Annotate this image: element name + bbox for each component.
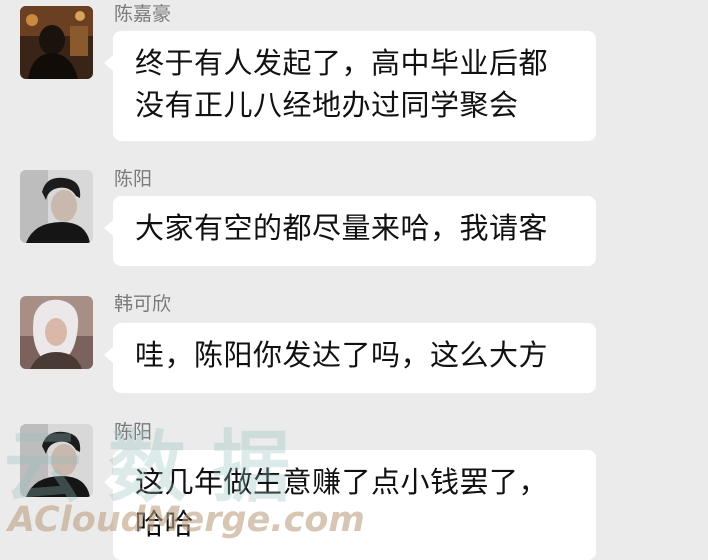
avatar[interactable] [20, 170, 93, 243]
avatar-photo-icon [20, 170, 93, 243]
message-text-line: 哇，陈阳你发达了吗，这么大方 [135, 338, 549, 372]
avatar[interactable] [20, 296, 93, 369]
avatar-photo-icon [20, 424, 93, 497]
message-bubble[interactable]: 大家有空的都尽量来哈，我请客 [104, 196, 596, 266]
sender-name: 韩可欣 [114, 293, 172, 315]
message-text-line: 大家有空的都尽量来哈，我请客 [135, 211, 549, 245]
message-text-line: 没有正儿八经地办过同学聚会 [135, 88, 519, 122]
sender-name: 陈阳 [114, 421, 153, 443]
avatar-photo-icon [20, 6, 93, 79]
message-text-line: 哈哈 [135, 507, 195, 541]
avatar[interactable] [20, 424, 93, 497]
avatar-photo-icon [20, 296, 93, 369]
message-text-line: 这几年做生意赚了点小钱罢了， [135, 465, 549, 499]
message-bubble[interactable]: 哇，陈阳你发达了吗，这么大方 [104, 323, 596, 393]
message-text-line: 终于有人发起了，高中毕业后都 [135, 46, 549, 80]
sender-name: 陈阳 [114, 168, 153, 190]
sender-name: 陈嘉豪 [114, 3, 172, 25]
avatar[interactable] [20, 6, 93, 79]
message-bubble[interactable]: 这几年做生意赚了点小钱罢了， 哈哈 [104, 450, 596, 560]
message-bubble[interactable]: 终于有人发起了，高中毕业后都 没有正儿八经地办过同学聚会 [104, 31, 596, 141]
